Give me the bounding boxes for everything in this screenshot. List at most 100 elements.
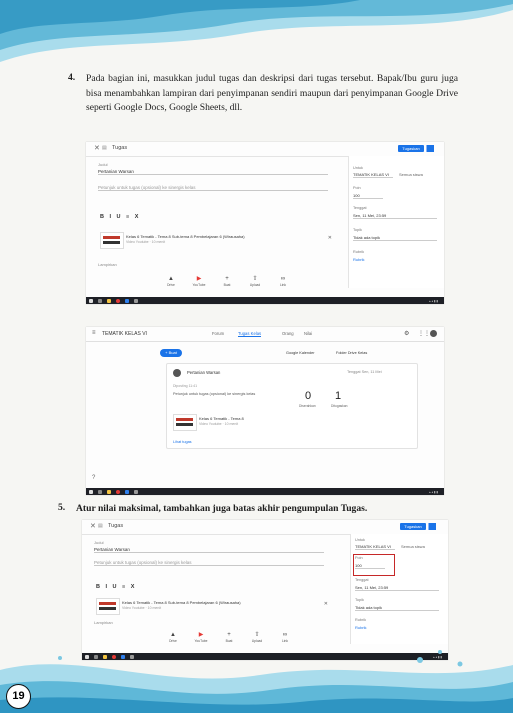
avatar[interactable] — [430, 330, 437, 337]
start-icon[interactable] — [89, 298, 93, 303]
remove-attachment-icon[interactable]: ✕ — [328, 235, 332, 241]
tab-grades[interactable]: Nilai — [304, 331, 312, 336]
close-icon[interactable]: ✕ — [94, 144, 100, 152]
topic-select[interactable]: Tidak ada topik — [353, 235, 437, 241]
attachment-title: Kelas 6 Tematik - Tema 8 Sub-tema 8 Pemb… — [126, 234, 245, 239]
search-icon[interactable] — [98, 298, 102, 303]
close-icon[interactable]: ✕ — [90, 522, 96, 530]
word-icon[interactable] — [125, 489, 129, 494]
description-field[interactable]: Petunjuk untuk tugas (opsional) ke siner… — [98, 185, 328, 191]
tab-classwork[interactable]: Tugas Kelas — [238, 331, 262, 337]
tab-people[interactable]: Orang — [282, 331, 294, 336]
students-select[interactable]: Semua siswa — [401, 544, 425, 549]
format-toolbar[interactable]: B I U ≡ X — [96, 584, 136, 590]
plus-icon: + — [225, 276, 229, 282]
help-icon[interactable]: ? — [92, 475, 95, 481]
clipboard-icon: ▤ — [98, 523, 103, 529]
topic-select[interactable]: Tidak ada topik — [355, 605, 439, 611]
tab-stream[interactable]: Forum — [212, 331, 224, 336]
screenshot-assignment-editor-1: ✕ ▤ Tugas Tugaskan Judul Pertanian Warsa… — [86, 142, 444, 304]
apps-icon[interactable]: ⋮⋮ — [418, 330, 430, 337]
card-attachment[interactable]: Kelas 6 Tematik - Tema 8 Video Youtube ·… — [173, 414, 293, 432]
class-select[interactable]: TEMATIK KELAS VI — [355, 544, 395, 550]
link-tool-button[interactable]: ∞ Link — [276, 276, 290, 287]
drive-tool-button[interactable]: ▲ Drive — [164, 276, 178, 287]
windows-taskbar: ▴ ◂ ▮ ▮ — [86, 488, 444, 495]
drive-icon: ▲ — [168, 276, 174, 282]
assign-dropdown-caret[interactable] — [428, 523, 436, 530]
clipboard-icon: ▤ — [102, 145, 107, 151]
title-field-label: Judul — [94, 540, 104, 545]
add-rubric-button[interactable]: Rubrik — [353, 257, 365, 262]
create-button[interactable]: + Buat — [160, 349, 182, 357]
start-icon[interactable] — [89, 489, 93, 494]
due-label: Tenggat — [353, 206, 367, 210]
points-field[interactable]: 100 — [353, 193, 383, 199]
format-toolbar[interactable]: B I U ≡ X — [100, 214, 140, 220]
folder-icon[interactable] — [107, 489, 111, 494]
youtube-tool-button[interactable]: ▶ YouTube — [192, 276, 206, 287]
assignment-settings-sidebar: Untuk TEMATIK KELAS VI Semua siswa Poin … — [348, 156, 444, 288]
app-icon[interactable] — [134, 489, 138, 494]
posted-time: Diposting 11:41 — [173, 384, 198, 388]
folder-icon[interactable] — [107, 298, 111, 303]
attach-label: Lampirkan — [98, 262, 117, 267]
google-calendar-link[interactable]: Google Kalender — [286, 351, 315, 355]
menu-icon[interactable]: ≡ — [92, 330, 96, 336]
remove-attachment-icon[interactable]: ✕ — [324, 601, 328, 607]
description-field[interactable]: Petunjuk untuk tugas (opsional) ke siner… — [94, 560, 324, 566]
submitted-count: 0 — [305, 390, 312, 402]
attachment-thumbnail — [100, 232, 124, 249]
title-field[interactable]: Pertanian Warsan — [94, 547, 324, 553]
topic-label: Topik — [355, 598, 364, 602]
for-label: Untuk — [353, 166, 363, 170]
card-attachment-title: Kelas 6 Tematik - Tema 8 — [199, 416, 244, 421]
due-date-field[interactable]: Sen, 11 Mei, 23:59 — [353, 213, 437, 219]
assign-button[interactable]: Tugaskan — [400, 523, 426, 530]
for-label: Untuk — [355, 538, 365, 542]
due-date-field[interactable]: Sen, 11 Mei, 23:59 — [355, 585, 439, 591]
attachment-card[interactable]: Kelas 6 Tematik - Tema 8 Sub-tema 8 Pemb… — [96, 598, 328, 616]
attachment-title: Kelas 6 Tematik - Tema 8 Sub-tema 8 Pemb… — [122, 600, 241, 605]
link-icon: ∞ — [280, 276, 286, 282]
assignment-card[interactable]: Pertanian Warsan Tenggat Sen, 11 Mei Dip… — [166, 363, 418, 449]
settings-icon[interactable]: ⚙ — [404, 330, 409, 337]
rubric-label: Rubrik — [353, 250, 364, 254]
classroom-navbar: ≡ TEMATIK KELAS VI Forum Tugas Kelas Ora… — [86, 327, 444, 342]
upload-tool-button[interactable]: ⇧ Upload — [248, 276, 262, 287]
title-field-label: Judul — [98, 162, 108, 167]
rubric-label: Rubrik — [355, 618, 366, 622]
attachment-card[interactable]: Kelas 6 Tematik - Tema 8 Sub-tema 8 Pemb… — [100, 232, 332, 250]
attachment-subtitle: Video Youtube · 10 menit — [122, 606, 162, 610]
step-4-text: Pada bagian ini, masukkan judul tugas da… — [86, 73, 458, 113]
assign-dropdown-caret[interactable] — [426, 145, 434, 152]
topic-label: Topik — [353, 228, 362, 232]
editor-window-title: Tugas — [112, 145, 128, 151]
search-icon[interactable] — [98, 489, 102, 494]
students-select[interactable]: Semua siswa — [399, 172, 423, 177]
screenshot-classwork-page: ≡ TEMATIK KELAS VI Forum Tugas Kelas Ora… — [86, 327, 444, 495]
assignment-description: Petunjuk untuk tugas (opsional) ke siner… — [173, 392, 256, 396]
app-icon[interactable] — [134, 298, 138, 303]
assignment-due: Tenggat Sen, 11 Mei — [347, 370, 382, 374]
assign-button[interactable]: Tugaskan — [398, 145, 424, 152]
browser-icon[interactable] — [116, 489, 120, 494]
assignment-settings-sidebar: Untuk TEMATIK KELAS VI Semua siswa Poin … — [350, 534, 448, 644]
browser-icon[interactable] — [116, 298, 120, 303]
card-attachment-subtitle: Video Youtube · 10 menit — [199, 422, 239, 426]
assignment-icon — [173, 369, 181, 377]
system-tray: ▴ ◂ ▮ ▮ — [429, 298, 438, 303]
title-field[interactable]: Pertanian Warsan — [98, 169, 328, 175]
word-icon[interactable] — [125, 298, 129, 303]
book-page: 4. Pada bagian ini, masukkan judul tugas… — [0, 0, 513, 713]
class-select[interactable]: TEMATIK KELAS VI — [353, 172, 393, 178]
create-tool-button[interactable]: + Buat — [220, 276, 234, 287]
class-drive-folder-link[interactable]: Folder Drive Kelas — [336, 351, 367, 355]
step-5-number: 5. — [58, 502, 66, 513]
points-highlight-box — [353, 554, 395, 576]
view-assignment-link[interactable]: Lihat tugas — [173, 440, 192, 444]
attachment-thumbnail — [96, 598, 120, 615]
bottom-wave-decoration — [0, 650, 513, 713]
attachment-subtitle: Video Youtube · 10 menit — [126, 240, 166, 244]
editor-header: ✕ ▤ Tugas Tugaskan — [86, 142, 444, 157]
